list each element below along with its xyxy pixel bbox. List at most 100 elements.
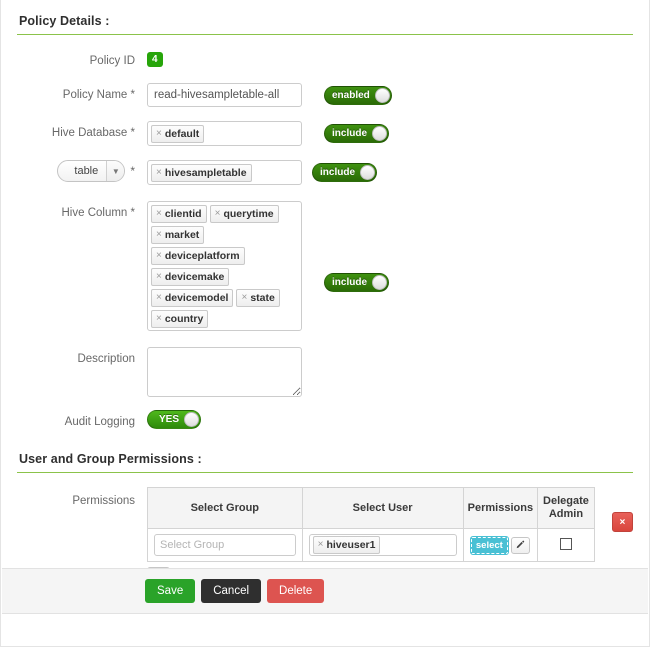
table-include-toggle-wrap: include (302, 160, 378, 182)
label-policy-id: Policy ID (89, 55, 135, 67)
policy-enabled-toggle[interactable]: enabled (324, 86, 392, 105)
policy-enabled-toggle-label: enabled (332, 90, 370, 101)
save-button[interactable]: Save (145, 579, 196, 603)
chip-column[interactable]: × country (151, 310, 209, 328)
permissions-table: Select Group Select User Permissions Del… (147, 487, 595, 562)
row-policy-id: Policy ID 4 (17, 49, 633, 69)
section-title-permissions: User and Group Permissions : (17, 452, 633, 473)
form-action-bar: Save Cancel Delete (2, 568, 648, 614)
chip-table[interactable]: × hivesampletable (151, 164, 252, 182)
hive-database-tagbox[interactable]: × default (147, 121, 302, 146)
hive-column-tagbox[interactable]: × clientid × querytime × market × deviceplatfor… (147, 201, 302, 331)
table-include-toggle[interactable]: include (312, 163, 378, 182)
chip-remove-icon[interactable]: × (156, 165, 162, 181)
chip-column[interactable]: × deviceplatform (151, 247, 245, 265)
chip-remove-icon[interactable]: × (318, 537, 324, 553)
header-permissions: Permissions (462, 487, 539, 529)
chip-remove-icon[interactable]: × (156, 311, 162, 327)
chip-label: clientid (164, 208, 202, 220)
chip-column[interactable]: × devicemake (151, 268, 230, 286)
label-audit-logging: Audit Logging (64, 416, 135, 428)
chip-database[interactable]: × default (151, 125, 205, 143)
chip-remove-icon[interactable]: × (156, 227, 162, 243)
chip-column[interactable]: × querytime (209, 205, 279, 223)
table-row: × hiveuser1 select (147, 528, 595, 562)
chip-remove-icon[interactable]: × (241, 290, 247, 306)
hive-table-field: × hivesampletable (147, 160, 302, 185)
chip-remove-icon[interactable]: × (156, 206, 162, 222)
chip-label: devicemodel (164, 292, 229, 304)
description-textarea[interactable] (147, 347, 302, 397)
resource-type-select[interactable]: table (57, 160, 126, 182)
row-audit-logging: Audit Logging YES (17, 410, 633, 430)
resource-type-select-wrap: table ▼ (57, 160, 126, 182)
chip-remove-icon[interactable]: × (215, 206, 221, 222)
permissions-table-header-row: Select Group Select User Permissions Del… (147, 487, 595, 529)
chip-label: hiveuser1 (326, 539, 376, 551)
toggle-knob-icon (184, 412, 200, 427)
chip-remove-icon[interactable]: × (156, 126, 162, 142)
row-hive-column: Hive Column * × clientid × querytime × market… (17, 201, 633, 331)
chip-remove-icon[interactable]: × (156, 290, 162, 306)
select-group-input[interactable] (154, 534, 296, 556)
audit-logging-toggle-label: YES (159, 414, 180, 425)
cell-select-user: × hiveuser1 (301, 528, 464, 562)
chip-column[interactable]: × devicemodel (151, 289, 234, 307)
column-include-toggle-label: include (332, 277, 368, 288)
delete-button[interactable]: Delete (267, 579, 325, 603)
table-include-toggle-label: include (320, 167, 356, 178)
chip-remove-icon[interactable]: × (156, 269, 162, 285)
description-field (147, 347, 302, 400)
chip-remove-icon[interactable]: × (156, 248, 162, 264)
cell-delegate-admin (537, 528, 595, 562)
policy-name-input[interactable] (147, 83, 302, 107)
column-include-toggle[interactable]: include (324, 273, 390, 292)
chip-label: country (164, 313, 204, 325)
section-title-policy-details: Policy Details : (17, 14, 633, 35)
toggle-knob-icon (372, 275, 388, 290)
chip-column[interactable]: × state (236, 289, 280, 307)
chip-label: hivesampletable (164, 167, 247, 179)
chip-user[interactable]: × hiveuser1 (312, 536, 381, 554)
column-include-toggle-wrap: include (302, 201, 390, 292)
policy-name-field (147, 83, 302, 107)
chip-column[interactable]: × clientid (151, 205, 207, 223)
row-description: Description (17, 347, 633, 400)
row-hive-table: table ▼ * × hivesampletable include (17, 160, 633, 185)
header-select-user: Select User (301, 487, 464, 529)
policy-enabled-toggle-wrap: enabled (302, 83, 392, 105)
row-policy-name: Policy Name * enabled (17, 83, 633, 107)
policy-form: Policy Details : Policy ID 4 Policy Name… (1, 0, 649, 587)
permission-badge-select[interactable]: select (469, 535, 509, 555)
chip-label: market (164, 229, 200, 241)
database-include-toggle[interactable]: include (324, 124, 390, 143)
pencil-icon[interactable] (510, 536, 530, 554)
cancel-button[interactable]: Cancel (201, 579, 262, 603)
permission-controls: select (469, 535, 531, 555)
chip-label: deviceplatform (164, 250, 240, 262)
label-hive-database: Hive Database * (51, 127, 135, 139)
required-star: * (130, 164, 135, 178)
toggle-knob-icon (360, 165, 376, 180)
label-permissions: Permissions (72, 495, 135, 507)
chip-column[interactable]: × market (151, 226, 205, 244)
toggle-knob-icon (372, 126, 388, 141)
policy-id-badge: 4 (147, 52, 163, 67)
header-select-group: Select Group (147, 487, 303, 529)
audit-logging-field: YES (147, 410, 302, 429)
chip-label: devicemake (164, 271, 225, 283)
remove-permission-row-button[interactable]: × (611, 512, 633, 532)
delegate-admin-checkbox[interactable] (559, 537, 572, 550)
chip-label: state (250, 292, 275, 304)
cell-select-group (147, 528, 303, 562)
label-policy-name: Policy Name * (62, 89, 135, 101)
policy-id-field: 4 (147, 49, 302, 67)
chip-label: querytime (223, 208, 274, 220)
label-description: Description (77, 353, 135, 365)
audit-logging-toggle[interactable]: YES (147, 410, 202, 429)
row-hive-database: Hive Database * × default include (17, 121, 633, 146)
database-include-toggle-wrap: include (302, 121, 390, 143)
header-delegate-admin: Delegate Admin (537, 487, 595, 529)
hive-table-tagbox[interactable]: × hivesampletable (147, 160, 302, 185)
select-user-tagbox[interactable]: × hiveuser1 (308, 534, 457, 556)
